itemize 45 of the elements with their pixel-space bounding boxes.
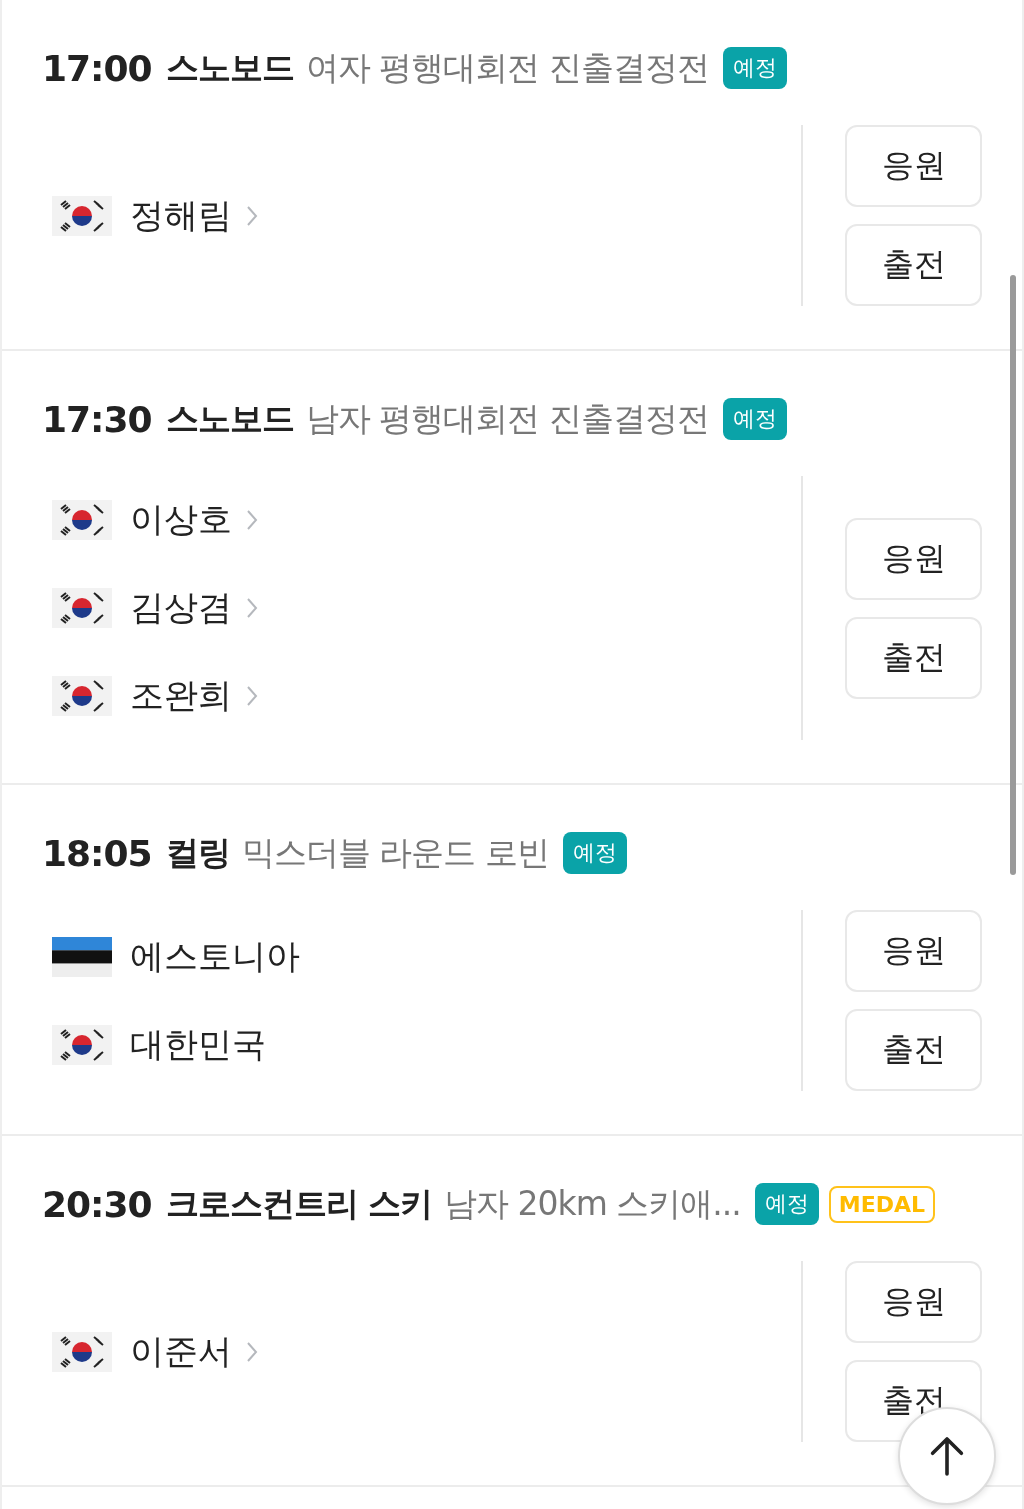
flag-icon	[52, 588, 112, 628]
sport-name: 컬링	[165, 831, 230, 874]
cheer-button[interactable]: 응원	[845, 517, 982, 600]
medal-badge: MEDAL	[828, 1185, 936, 1223]
chevron-right-icon[interactable]	[246, 1340, 258, 1363]
cheer-button[interactable]: 응원	[845, 1261, 982, 1343]
event-title: 남자 20km 스키애...	[444, 1182, 741, 1225]
entry-button[interactable]: 출전	[845, 616, 982, 699]
event-title: 여자 평행대회전 진출결정전	[305, 46, 709, 89]
entry-button[interactable]: 출전	[845, 224, 982, 306]
flag-icon	[52, 1331, 112, 1372]
athlete-name: 에스토니아	[130, 934, 300, 978]
cheer-button[interactable]: 응원	[845, 125, 982, 207]
chevron-right-icon[interactable]	[246, 597, 258, 619]
chevron-right-icon[interactable]	[246, 685, 258, 707]
arrow-up-icon	[929, 1436, 965, 1476]
event-time: 17:00	[42, 47, 152, 89]
flag-icon	[52, 936, 112, 977]
flag-icon	[52, 1024, 112, 1065]
athlete-name[interactable]: 조완희	[130, 673, 232, 719]
flag-icon	[52, 676, 112, 716]
sport-name: 스노보드	[165, 46, 294, 89]
athlete-name: 대한민국	[130, 1022, 266, 1066]
status-badge: 예정	[754, 1183, 819, 1225]
event-title: 믹스더블 라운드 로빈	[241, 831, 549, 874]
flag-icon	[52, 195, 112, 236]
event-title: 남자 평행대회전 진출결정전	[305, 397, 709, 440]
athlete-name[interactable]: 정해림	[130, 192, 232, 239]
flag-icon	[52, 500, 112, 540]
event-time: 20:30	[42, 1183, 152, 1225]
entry-button[interactable]: 출전	[845, 1009, 982, 1091]
athlete-name[interactable]: 김상겸	[130, 585, 232, 631]
event-time: 18:05	[42, 832, 152, 874]
event-time: 17:30	[42, 398, 152, 440]
athlete-name[interactable]: 이준서	[130, 1328, 232, 1375]
status-badge: 예정	[722, 47, 787, 89]
athlete-name[interactable]: 이상호	[130, 497, 232, 543]
status-badge: 예정	[722, 398, 787, 440]
sport-name: 스노보드	[165, 397, 294, 440]
chevron-right-icon[interactable]	[246, 509, 258, 531]
sport-name: 크로스컨트리 스키	[165, 1182, 433, 1225]
cheer-button[interactable]: 응원	[845, 910, 982, 992]
scrollbar[interactable]	[1010, 275, 1016, 875]
status-badge: 예정	[562, 832, 627, 874]
chevron-right-icon[interactable]	[246, 204, 258, 227]
